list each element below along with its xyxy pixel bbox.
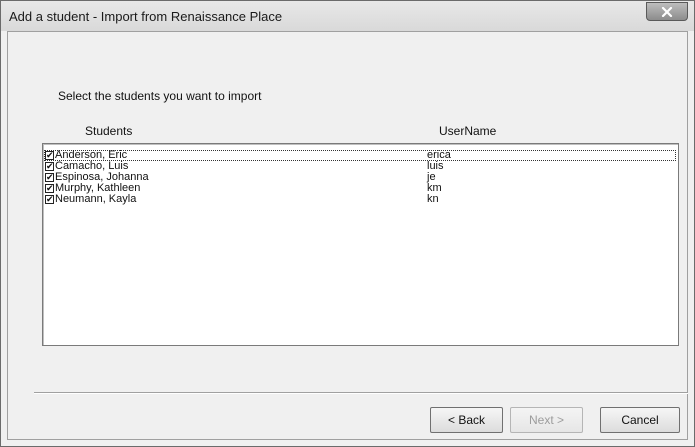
close-icon (661, 6, 673, 17)
checkbox-checked-icon[interactable]: ✔ (45, 184, 54, 193)
title-bar[interactable]: Add a student - Import from Renaissance … (1, 1, 694, 31)
checkbox-checked-icon[interactable]: ✔ (45, 195, 54, 204)
student-username: kn (427, 193, 439, 205)
window-title: Add a student - Import from Renaissance … (9, 9, 283, 24)
dialog-window: Add a student - Import from Renaissance … (0, 0, 695, 447)
student-row[interactable]: ✔ Murphy, Kathleen km (44, 183, 676, 194)
students-column-header: Students (85, 124, 133, 138)
checkbox-checked-icon[interactable]: ✔ (45, 162, 54, 171)
student-row[interactable]: ✔ Anderson, Eric erica (44, 150, 676, 161)
student-name: Neumann, Kayla (55, 193, 137, 205)
next-button[interactable]: Next > (510, 407, 583, 433)
close-button[interactable] (646, 2, 688, 21)
student-row[interactable]: ✔ Neumann, Kayla kn (44, 194, 676, 205)
cancel-button[interactable]: Cancel (600, 407, 680, 433)
checkbox-checked-icon[interactable]: ✔ (45, 173, 54, 182)
back-button[interactable]: < Back (430, 407, 503, 433)
checkbox-checked-icon[interactable]: ✔ (45, 151, 54, 160)
username-column-header: UserName (439, 124, 497, 138)
instruction-text: Select the students you want to import (58, 89, 262, 103)
students-checked-listbox[interactable]: ✔ Anderson, Eric erica ✔ Camacho, Luis l… (42, 143, 679, 346)
footer-separator (34, 392, 688, 394)
